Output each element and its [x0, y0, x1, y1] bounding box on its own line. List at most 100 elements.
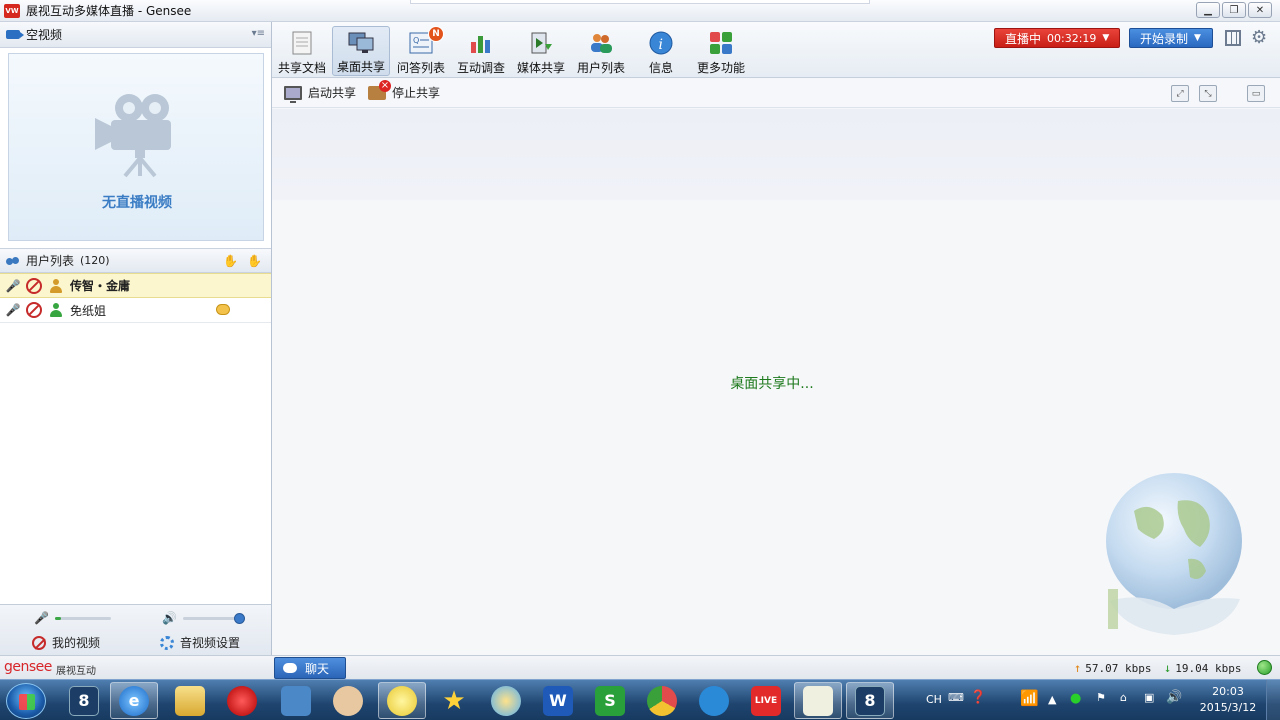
wps-writer-icon: W: [543, 685, 573, 716]
network-tray-icon[interactable]: ▣: [1144, 691, 1154, 704]
desktop-share-area: 桌面共享中...: [272, 109, 1280, 655]
mic-icon[interactable]: 🎤: [5, 278, 21, 294]
camera-off-icon[interactable]: [26, 277, 42, 294]
title-bar: VW 展视互动多媒体直播 - Gensee ▁ ❐ ✕: [0, 0, 1280, 22]
title-drag-strip: [410, 0, 870, 4]
users-group-icon: [6, 255, 20, 267]
gensee-app-icon: 8: [69, 685, 99, 716]
mic-icon: 🎤: [34, 611, 49, 625]
speaker-volume-knob[interactable]: [233, 612, 245, 624]
start-share-label: 启动共享: [308, 86, 357, 100]
brand-logo: gensee: [4, 659, 52, 675]
mic-volume-fill: [54, 616, 61, 620]
chrome-icon: [647, 685, 677, 716]
minimize-button[interactable]: ▁: [1196, 2, 1220, 18]
taskbar-app-live[interactable]: LIVE: [742, 682, 790, 719]
camera-off-icon[interactable]: [26, 302, 42, 318]
svg-text:Q: Q: [413, 36, 419, 45]
arrow-up-icon: ↑: [1074, 661, 1082, 675]
notes-app-icon: [803, 685, 833, 716]
upload-rate: ↑ 57.07 kbps: [1074, 661, 1152, 675]
tool-more-functions[interactable]: 更多功能: [692, 26, 750, 76]
brand-subtitle: 展视互动: [56, 666, 96, 677]
users-panel-title: 用户列表: [26, 254, 75, 268]
attendee-person-icon: [50, 303, 62, 317]
user-row[interactable]: 🎤 传智・金庸: [0, 273, 271, 298]
av-settings-label: 音视频设置: [180, 636, 241, 650]
taskbar-app-opera[interactable]: [218, 682, 266, 719]
chat-bubble-icon[interactable]: [216, 304, 230, 315]
wifi-icon[interactable]: 📶: [1020, 689, 1039, 707]
av-settings-button[interactable]: 音视频设置: [160, 634, 240, 651]
tool-share-document[interactable]: 共享文档: [273, 26, 331, 76]
speaker-icon: 🔊: [162, 611, 177, 625]
live-status-button[interactable]: 直播中 00:32:19 ▼: [994, 28, 1120, 48]
host-person-icon: [50, 278, 62, 293]
actual-size-icon[interactable]: ⤡: [1199, 85, 1217, 102]
taskbar-app-chick[interactable]: [378, 682, 426, 719]
start-share-button[interactable]: 启动共享: [284, 84, 357, 103]
taskbar-app-explorer[interactable]: [166, 682, 214, 719]
info-icon: i: [648, 30, 674, 55]
globe-in-hand-icon: [1106, 473, 1242, 635]
fullscreen-icon[interactable]: ▭: [1247, 85, 1265, 102]
keyboard-icon[interactable]: ⌨: [948, 691, 964, 704]
my-video-button[interactable]: 我的视频: [32, 634, 100, 651]
lower-hand-icon[interactable]: ✋: [247, 254, 262, 268]
flag-icon[interactable]: ⚑: [1096, 691, 1106, 704]
taskbar-app-star[interactable]: ★: [430, 682, 478, 719]
taskbar-app-chrome[interactable]: [638, 682, 686, 719]
input-language[interactable]: CH: [926, 693, 942, 706]
taskbar-app-sheet[interactable]: S: [586, 682, 634, 719]
fit-window-icon[interactable]: ⤢: [1171, 85, 1189, 102]
my-video-label: 我的视频: [52, 636, 101, 650]
tool-user-list[interactable]: 用户列表: [572, 26, 630, 76]
settings-gear-icon: [160, 635, 174, 650]
taskbar-app-gensee[interactable]: 8: [60, 682, 108, 719]
taskbar-app-avatar[interactable]: [324, 682, 372, 719]
mic-off-icon[interactable]: 🎤: [5, 302, 21, 318]
user-row[interactable]: 🎤 免纸姐: [0, 298, 271, 323]
tool-desktop-share[interactable]: 桌面共享: [332, 26, 390, 76]
gensee-app-icon: 8: [855, 685, 885, 716]
gear-icon[interactable]: ⚙: [1251, 28, 1267, 48]
start-button[interactable]: [6, 683, 46, 719]
taskbar-app-ie[interactable]: e: [110, 682, 158, 719]
help-icon[interactable]: ❓: [970, 690, 986, 705]
taskbar-app-gensee-2[interactable]: 8: [846, 682, 894, 719]
video-panel-title: 空视频: [26, 28, 63, 42]
tool-media-share[interactable]: 媒体共享: [512, 26, 570, 76]
volume-icon[interactable]: 🔊: [1166, 690, 1182, 705]
layout-grid-icon[interactable]: [1225, 30, 1241, 46]
svg-text:i: i: [659, 37, 663, 53]
green-shield-icon[interactable]: ●: [1070, 691, 1081, 706]
system-clock[interactable]: 20:03 2015/3/12: [1196, 684, 1260, 716]
taskbar-app-word[interactable]: W: [534, 682, 582, 719]
tool-qa-list[interactable]: Q N 问答列表: [392, 26, 450, 76]
taskbar-app-notes[interactable]: [794, 682, 842, 719]
stop-share-button[interactable]: 停止共享: [368, 79, 440, 101]
usb-icon[interactable]: ⌂: [1120, 691, 1127, 704]
desktop-share-icon: [348, 31, 374, 54]
taskbar-app-chat[interactable]: [482, 682, 530, 719]
window-controls: ▁ ❐ ✕: [1196, 2, 1272, 18]
restore-button[interactable]: ❐: [1222, 2, 1246, 18]
tool-survey[interactable]: 互动调查: [452, 26, 510, 76]
av-control-bar: 🎤 🔊 我的视频 音视频设置: [0, 604, 271, 655]
arrow-down-icon: ↓: [1164, 661, 1172, 675]
raise-hand-icon[interactable]: ✋: [223, 254, 238, 268]
panel-menu-icon[interactable]: ▾≡: [252, 28, 265, 39]
no-video-text: 无直播视频: [102, 195, 172, 211]
taskbar-app-network[interactable]: [272, 682, 320, 719]
start-record-button[interactable]: 开始录制 ▼: [1129, 28, 1213, 48]
speaker-volume-slider[interactable]: [182, 612, 245, 624]
survey-chart-icon: [468, 30, 494, 55]
tray-expand-icon[interactable]: ▲: [1048, 693, 1056, 706]
close-button[interactable]: ✕: [1248, 2, 1272, 18]
users-count: (120): [80, 254, 110, 267]
chat-tab-button[interactable]: 聊天: [274, 657, 346, 679]
mic-volume-slider[interactable]: [54, 616, 111, 620]
show-desktop-button[interactable]: [1266, 680, 1280, 720]
taskbar-app-cloud[interactable]: [690, 682, 738, 719]
tool-info[interactable]: i 信息: [632, 26, 690, 76]
